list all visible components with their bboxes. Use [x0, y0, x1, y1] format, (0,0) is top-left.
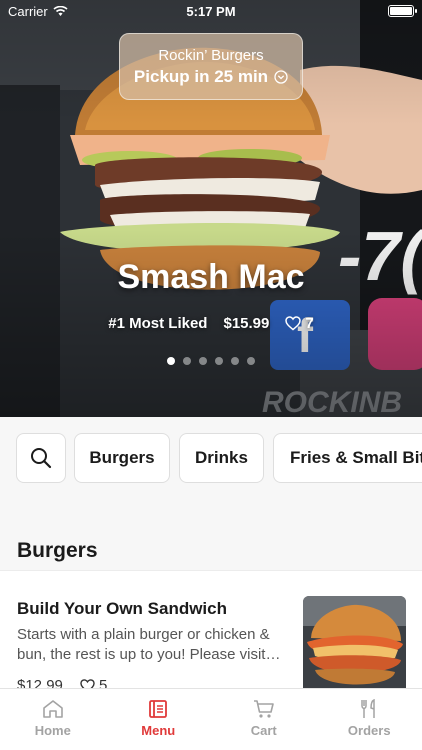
- status-bar: Carrier 5:17 PM: [0, 0, 422, 22]
- pickup-time-row: Pickup in 25 min: [120, 67, 302, 87]
- tab-cart[interactable]: Cart: [211, 689, 317, 750]
- category-burgers[interactable]: Burgers: [74, 433, 170, 483]
- hero-carousel[interactable]: f ROCKINB -7( Carrier: [0, 0, 422, 417]
- featured-likes[interactable]: 7: [285, 315, 314, 332]
- fork-knife-icon: [361, 699, 375, 718]
- tab-home-label: Home: [34, 723, 71, 738]
- search-button[interactable]: [16, 433, 66, 483]
- battery-icon: [388, 5, 417, 17]
- featured-item-title: Smash Mac: [117, 258, 305, 296]
- status-time: 5:17 PM: [186, 4, 236, 19]
- carousel-dot[interactable]: [183, 357, 191, 365]
- pickup-selector[interactable]: Rockin’ Burgers Pickup in 25 min: [119, 33, 303, 100]
- tab-bar: Home Menu Cart Orders: [0, 688, 422, 750]
- carousel-dot[interactable]: [231, 357, 239, 365]
- tab-menu-label: Menu: [141, 723, 176, 738]
- tab-orders[interactable]: Orders: [317, 689, 422, 750]
- restaurant-name: Rockin’ Burgers: [158, 47, 264, 64]
- category-fries-small-bites[interactable]: Fries & Small Bites: [273, 433, 422, 483]
- search-icon: [31, 448, 52, 469]
- carousel-dot[interactable]: [247, 357, 255, 365]
- menu-item-description: Starts with a plain burger or chicken & …: [17, 626, 281, 663]
- menu-item-name: Build Your Own Sandwich: [17, 599, 227, 618]
- home-icon: [42, 700, 63, 718]
- tab-home[interactable]: Home: [0, 689, 106, 750]
- section-header: Burgers: [0, 507, 422, 570]
- category-drinks[interactable]: Drinks: [179, 433, 264, 483]
- menu-book-icon: [149, 700, 168, 718]
- featured-item-meta: #1 Most Liked $15.99 7: [0, 315, 422, 332]
- carousel-page-indicator[interactable]: [0, 357, 422, 365]
- carousel-dot[interactable]: [167, 357, 175, 365]
- carousel-dot[interactable]: [215, 357, 223, 365]
- chevron-down-circle-icon: [274, 70, 288, 84]
- featured-likes-count: 7: [305, 315, 314, 332]
- cart-icon: [253, 700, 274, 718]
- heart-icon: [285, 316, 302, 331]
- featured-badge: #1 Most Liked: [108, 315, 208, 332]
- carousel-dot[interactable]: [199, 357, 207, 365]
- featured-price: $15.99: [223, 315, 270, 332]
- tab-orders-label: Orders: [347, 723, 391, 738]
- section-title: Burgers: [17, 539, 98, 562]
- tab-menu[interactable]: Menu: [106, 689, 212, 750]
- category-bar: Burgers Drinks Fries & Small Bites: [0, 417, 422, 507]
- pickup-time-label: Pickup in 25 min: [133, 67, 269, 86]
- tab-cart-label: Cart: [250, 723, 277, 738]
- menu-item-card[interactable]: Build Your Own Sandwich Starts with a pl…: [0, 570, 422, 696]
- menu-item-image: [303, 596, 406, 696]
